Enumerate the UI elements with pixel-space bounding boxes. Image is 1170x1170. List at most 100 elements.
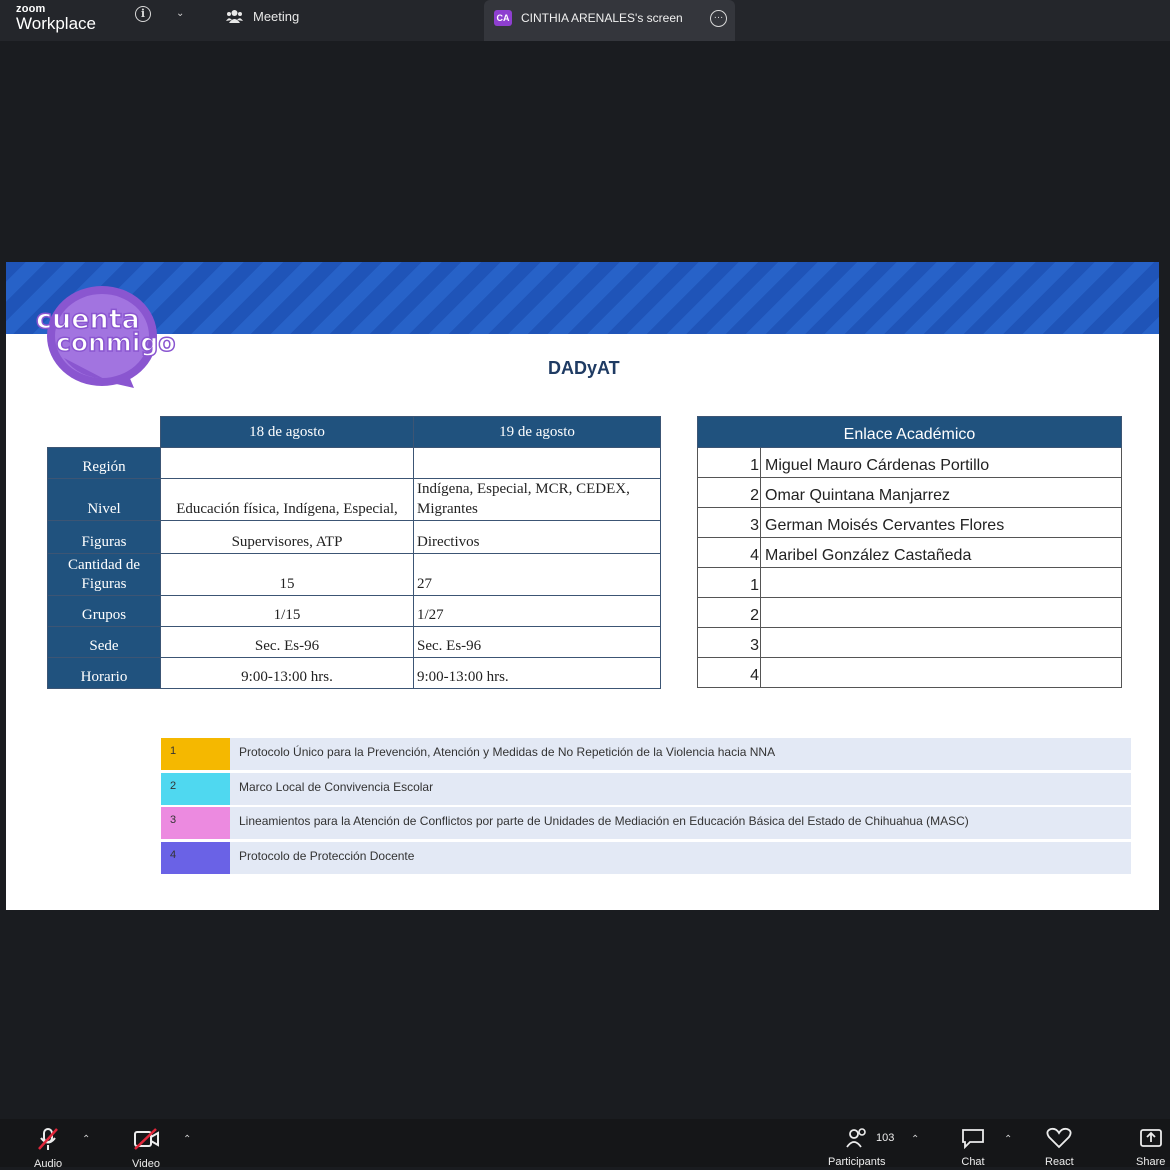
table-cell: Supervisores, ATP — [160, 520, 414, 554]
audio-options-chevron-icon[interactable]: ⌃ — [82, 1134, 90, 1145]
table-cell — [160, 447, 414, 479]
more-options-icon[interactable]: … — [710, 10, 727, 27]
chat-button[interactable]: Chat — [960, 1127, 986, 1168]
participants-button[interactable]: 103 Participants — [828, 1127, 894, 1168]
table-cell: Indígena, Especial, MCR, CEDEX, Migrante… — [413, 478, 661, 521]
row-label: Grupos — [47, 595, 161, 627]
table-row: 1 Miguel Mauro Cárdenas Portillo — [697, 447, 1122, 478]
info-icon[interactable]: i — [135, 6, 151, 22]
list-item: 1 Protocolo Único para la Prevención, At… — [161, 738, 1131, 770]
table-row: 2 Omar Quintana Manjarrez — [697, 477, 1122, 508]
table-cell: 9:00-13:00 hrs. — [160, 657, 414, 689]
video-label: Video — [132, 1158, 160, 1170]
row-label: Región — [47, 447, 161, 479]
row-number: 1 — [697, 447, 761, 478]
row-number: 1 — [697, 567, 761, 598]
schedule-table: 18 de agosto 19 de agosto Región Nivel E… — [47, 416, 661, 689]
enlace-header-row: Enlace Académico — [697, 416, 1122, 448]
contact-name — [760, 567, 1122, 598]
document-title: Marco Local de Convivencia Escolar — [230, 772, 1131, 805]
audio-button[interactable]: Audio — [34, 1127, 62, 1170]
table-row: Cantidad de Figuras 15 27 — [47, 553, 661, 596]
react-button[interactable]: React — [1045, 1127, 1074, 1168]
list-item: 2 Marco Local de Convivencia Escolar — [161, 772, 1131, 805]
row-number: 2 — [697, 597, 761, 628]
participants-icon — [845, 1128, 866, 1148]
document-title: Lineamientos para la Atención de Conflic… — [230, 807, 1131, 839]
document-number: 1 — [161, 738, 230, 770]
contact-name: Omar Quintana Manjarrez — [760, 477, 1122, 508]
meeting-controls-bar: Audio ⌃ Video ⌃ 103 Participants ⌃ Chat … — [0, 1119, 1170, 1170]
header-date-2: 19 de agosto — [413, 416, 661, 448]
participants-options-chevron-icon[interactable]: ⌃ — [911, 1134, 919, 1145]
slide-title: DADyAT — [548, 358, 620, 378]
enlace-academico-table: Enlace Académico 1 Miguel Mauro Cárdenas … — [697, 416, 1122, 688]
list-item: 4 Protocolo de Protección Docente — [161, 841, 1131, 874]
shared-screen-tab[interactable]: CA CINTHIA ARENALES's screen … — [484, 0, 735, 41]
logo-text-conmigo: conmigo — [56, 328, 175, 357]
chat-label: Chat — [961, 1156, 985, 1168]
row-number: 2 — [697, 477, 761, 508]
document-number: 2 — [161, 772, 230, 805]
schedule-corner-cell — [47, 416, 161, 448]
share-screen-icon — [1139, 1129, 1162, 1147]
meeting-top-bar: zoom Workplace i ⌄ Meeting CA CINTHIA AR… — [0, 0, 1170, 41]
row-label: Cantidad de Figuras — [47, 553, 161, 596]
people-icon — [226, 10, 243, 23]
table-row: Sede Sec. Es-96 Sec. Es-96 — [47, 626, 661, 658]
table-cell: 1/27 — [413, 595, 661, 627]
audio-label: Audio — [34, 1158, 63, 1170]
react-label: React — [1045, 1156, 1074, 1168]
table-cell: 15 — [160, 553, 414, 596]
table-row: 1 — [697, 567, 1122, 598]
shared-slide: cuenta conmigo DADyAT 18 de agosto 19 de… — [6, 262, 1159, 910]
table-row: Región — [47, 447, 661, 479]
row-label: Horario — [47, 657, 161, 689]
table-row: 3 — [697, 627, 1122, 658]
participants-count: 103 — [876, 1132, 895, 1144]
enlace-header: Enlace Académico — [697, 416, 1122, 448]
contact-name — [760, 627, 1122, 658]
chat-options-chevron-icon[interactable]: ⌃ — [1004, 1134, 1012, 1145]
table-row: 4 Maribel González Castañeda — [697, 537, 1122, 568]
table-row: Nivel Educación física, Indígena, Especi… — [47, 478, 661, 521]
row-label: Nivel — [47, 478, 161, 521]
row-number: 4 — [697, 537, 761, 568]
contact-name — [760, 657, 1122, 688]
muted-mic-icon — [38, 1128, 58, 1150]
row-number: 3 — [697, 627, 761, 658]
document-number: 4 — [161, 841, 230, 874]
contact-name: Miguel Mauro Cárdenas Portillo — [760, 447, 1122, 478]
row-label: Figuras — [47, 520, 161, 554]
contact-name: Maribel González Castañeda — [760, 537, 1122, 568]
heart-icon — [1046, 1127, 1072, 1149]
table-row: 3 German Moisés Cervantes Flores — [697, 507, 1122, 538]
shared-screen-label: CINTHIA ARENALES's screen — [521, 11, 683, 25]
chevron-down-icon[interactable]: ⌄ — [176, 8, 184, 19]
header-date-1: 18 de agosto — [160, 416, 414, 448]
table-row: Figuras Supervisores, ATP Directivos — [47, 520, 661, 554]
video-options-chevron-icon[interactable]: ⌃ — [183, 1134, 191, 1145]
document-title: Protocolo de Protección Docente — [230, 841, 1131, 874]
contact-name: German Moisés Cervantes Flores — [760, 507, 1122, 538]
document-number: 3 — [161, 807, 230, 839]
document-title: Protocolo Único para la Prevención, Aten… — [230, 738, 1131, 770]
meeting-button[interactable]: Meeting — [226, 9, 299, 24]
share-button[interactable]: Share — [1136, 1127, 1165, 1168]
video-button[interactable]: Video — [132, 1127, 160, 1170]
chat-icon — [962, 1129, 984, 1150]
row-label: Sede — [47, 626, 161, 658]
meeting-label: Meeting — [253, 9, 300, 24]
share-label: Share — [1136, 1156, 1166, 1168]
table-row: 4 — [697, 657, 1122, 688]
video-off-icon — [134, 1128, 159, 1150]
schedule-header-row: 18 de agosto 19 de agosto — [47, 416, 661, 448]
table-cell: Directivos — [413, 520, 661, 554]
row-number: 4 — [697, 657, 761, 688]
table-cell: 1/15 — [160, 595, 414, 627]
table-cell: Educación física, Indígena, Especial, — [160, 478, 414, 521]
contact-name — [760, 597, 1122, 628]
table-row: 2 — [697, 597, 1122, 628]
presenter-avatar: CA — [494, 10, 512, 26]
participants-label: Participants — [828, 1156, 886, 1168]
